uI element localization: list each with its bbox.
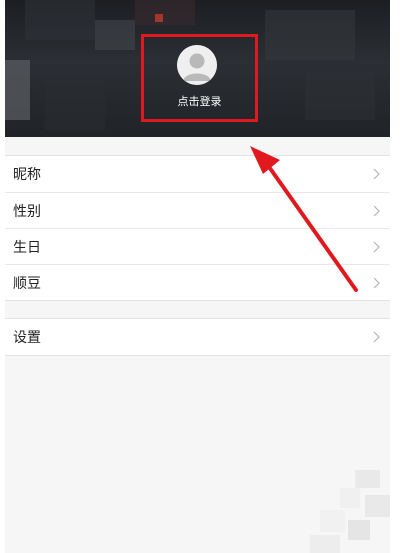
list-item-label: 生日 bbox=[13, 239, 41, 256]
header-background-blur bbox=[45, 80, 105, 130]
list-item-shundou[interactable]: 顺豆 bbox=[5, 264, 390, 300]
list-item-label: 性别 bbox=[13, 203, 41, 220]
header-background-blur bbox=[265, 10, 355, 60]
header-background-blur bbox=[155, 14, 163, 22]
header-background-blur bbox=[25, 0, 95, 40]
list-item-nickname[interactable]: 昵称 bbox=[5, 156, 390, 192]
header-background-blur bbox=[95, 20, 135, 50]
mosaic-watermark bbox=[310, 470, 390, 553]
header-background-blur bbox=[305, 70, 375, 120]
header-background-blur bbox=[5, 60, 30, 120]
chevron-right-icon bbox=[373, 277, 380, 289]
profile-page: 点击登录 昵称 性别 生日 顺豆 设置 bbox=[5, 0, 390, 553]
list-item-label: 设置 bbox=[13, 330, 41, 346]
chevron-right-icon bbox=[373, 331, 380, 343]
list-item-birthday[interactable]: 生日 bbox=[5, 228, 390, 264]
profile-header: 点击登录 bbox=[5, 0, 390, 137]
settings-list: 设置 bbox=[5, 318, 390, 356]
chevron-right-icon bbox=[373, 168, 380, 180]
profile-info-list: 昵称 性别 生日 顺豆 bbox=[5, 155, 390, 301]
list-item-label: 顺豆 bbox=[13, 275, 41, 292]
list-item-label: 昵称 bbox=[13, 167, 41, 183]
header-background-blur bbox=[135, 0, 195, 25]
chevron-right-icon bbox=[373, 241, 380, 253]
list-item-gender[interactable]: 性别 bbox=[5, 192, 390, 228]
chevron-right-icon bbox=[373, 205, 380, 217]
login-highlight-box bbox=[141, 34, 258, 122]
list-item-settings[interactable]: 设置 bbox=[5, 319, 390, 355]
